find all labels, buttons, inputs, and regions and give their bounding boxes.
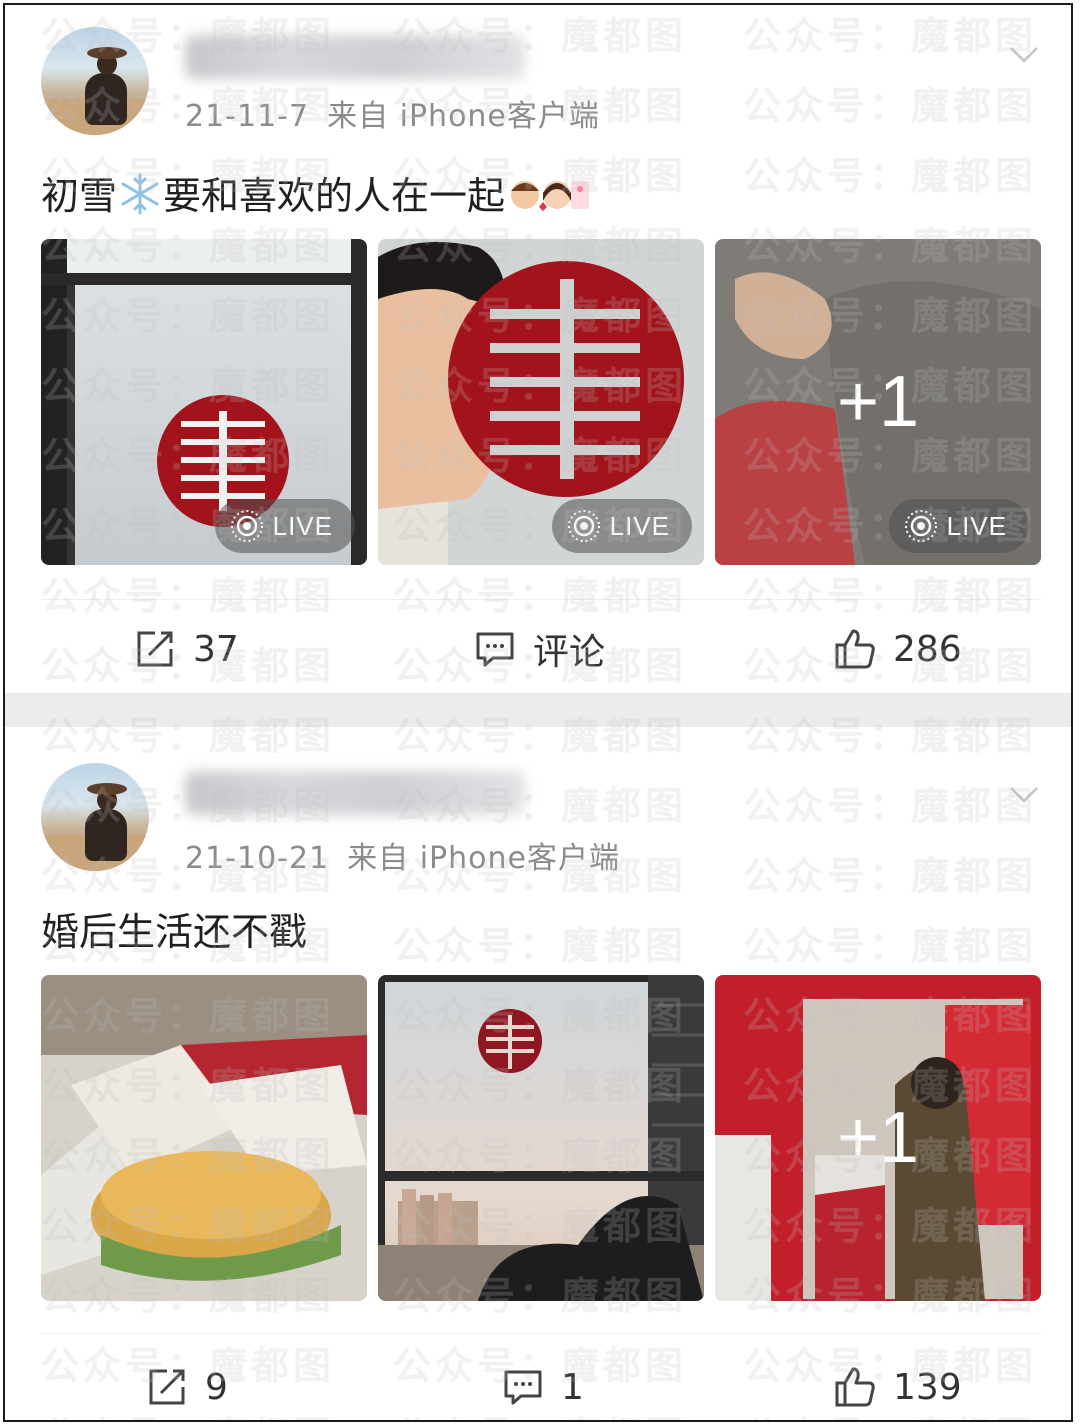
like-count: 139 xyxy=(893,1366,962,1408)
comment-button[interactable]: 评论 xyxy=(473,609,605,689)
repost-icon xyxy=(137,631,173,667)
comment-button[interactable]: 1 xyxy=(501,1347,584,1420)
thumbs-up-icon xyxy=(835,1367,875,1407)
photo-grid: +1 xyxy=(41,975,1041,1301)
weibo-feed: 21-11-7 来自 iPhone客户端 初雪 要和喜欢的人在一起 LIVE L… xyxy=(3,3,1073,1422)
post-text-rest: 要和喜欢的人在一起 xyxy=(163,174,506,218)
live-label: LIVE xyxy=(272,510,333,541)
username-blurred[interactable] xyxy=(185,35,525,79)
action-bar: 9 1 139 xyxy=(5,1347,1071,1420)
action-bar: 37 评论 286 xyxy=(5,609,1071,689)
photo-grid: LIVE LIVE +1 LIVE xyxy=(41,239,1041,565)
comment-icon xyxy=(504,1370,542,1405)
post-card: 21-11-7 来自 iPhone客户端 初雪 要和喜欢的人在一起 LIVE L… xyxy=(5,5,1071,693)
post-date: 21-11-7 xyxy=(185,99,310,134)
photo-thumbnail[interactable] xyxy=(41,975,367,1301)
comment-count: 1 xyxy=(561,1366,584,1408)
live-badge: LIVE xyxy=(214,499,355,553)
like-count: 286 xyxy=(893,628,962,670)
post-text: 婚后生活还不戳 xyxy=(41,910,308,954)
divider xyxy=(41,599,1041,600)
photo-thumbnail[interactable]: LIVE xyxy=(41,239,367,565)
snowflake-icon xyxy=(117,171,163,226)
photo-thumbnail[interactable]: +1 LIVE xyxy=(715,239,1041,565)
photo-thumbnail[interactable]: +1 xyxy=(715,975,1041,1301)
live-label: LIVE xyxy=(609,510,670,541)
like-button[interactable]: 139 xyxy=(833,1347,962,1420)
comment-count: 评论 xyxy=(533,632,606,673)
couple-emoji-icon xyxy=(505,171,591,226)
post-text-start: 初雪 xyxy=(41,174,118,218)
username-blurred[interactable] xyxy=(185,771,525,815)
post-separator xyxy=(5,693,1071,727)
repost-count: 9 xyxy=(205,1366,228,1408)
repost-button[interactable]: 37 xyxy=(133,609,239,689)
comment-icon xyxy=(476,632,514,667)
post-card: 21-10-21 来自 iPhone客户端 婚后生活还不戳 +1 9 1 139 xyxy=(5,727,1071,1420)
chevron-down-icon[interactable] xyxy=(1007,777,1041,811)
repost-button[interactable]: 9 xyxy=(145,1347,228,1420)
live-photo-icon xyxy=(904,510,937,542)
like-button[interactable]: 286 xyxy=(833,609,962,689)
live-label: LIVE xyxy=(946,510,1007,541)
avatar[interactable] xyxy=(41,763,149,871)
chevron-down-icon[interactable] xyxy=(1007,37,1041,71)
post-meta: 21-11-7 来自 iPhone客户端 xyxy=(185,91,618,135)
avatar[interactable] xyxy=(41,27,149,135)
post-source: 来自 iPhone客户端 xyxy=(327,99,600,134)
photo-thumbnail[interactable] xyxy=(378,975,704,1301)
photo-thumbnail[interactable]: LIVE xyxy=(378,239,704,565)
post-date: 21-10-21 xyxy=(185,841,330,876)
live-badge: LIVE xyxy=(551,499,692,553)
divider xyxy=(41,1333,1041,1334)
live-photo-icon xyxy=(230,510,263,542)
live-badge: LIVE xyxy=(888,499,1029,553)
live-photo-icon xyxy=(567,510,600,542)
post-text: 初雪 要和喜欢的人在一起 xyxy=(41,165,591,226)
more-photos-overlay: +1 xyxy=(836,1098,920,1178)
post-meta: 21-10-21 来自 iPhone客户端 xyxy=(185,833,638,877)
repost-count: 37 xyxy=(193,628,239,670)
repost-icon xyxy=(149,1369,185,1405)
thumbs-up-icon xyxy=(835,629,875,669)
post-source: 来自 iPhone客户端 xyxy=(347,841,620,876)
